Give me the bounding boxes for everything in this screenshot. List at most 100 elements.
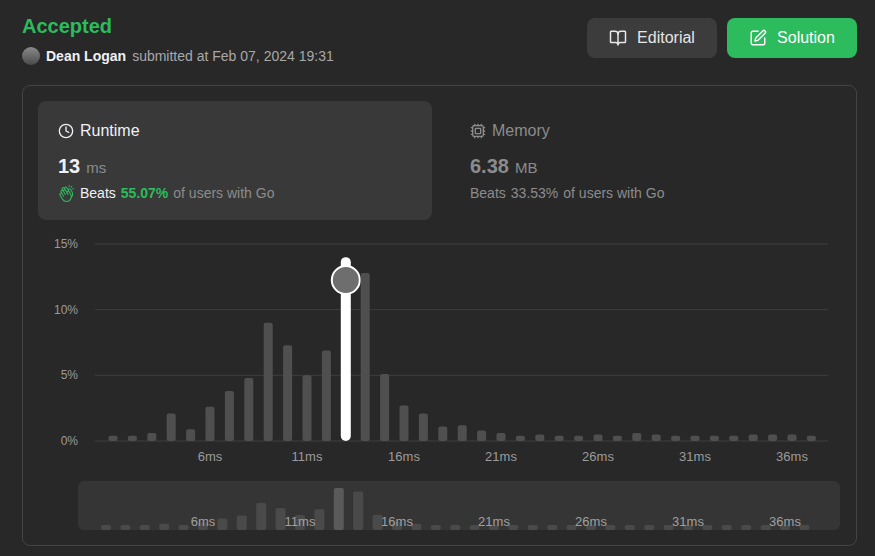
header: Accepted Dean Logansubmitted at Feb 07, 2… bbox=[22, 12, 857, 66]
minimap-bar bbox=[741, 525, 751, 530]
chart-bar[interactable] bbox=[303, 375, 312, 441]
grid-line bbox=[95, 309, 828, 310]
stats-row: Runtime 13ms Beats55.07%of users with Go Me… bbox=[38, 101, 841, 220]
chart-bar[interactable] bbox=[419, 413, 428, 441]
memory-panel[interactable]: Memory 6.38MB Beats33.53%of users with Go bbox=[450, 101, 841, 220]
minimap-tick: 6ms bbox=[191, 514, 216, 529]
result-card: Runtime 13ms Beats55.07%of users with Go Me… bbox=[22, 85, 857, 546]
chart-bar[interactable] bbox=[613, 436, 622, 441]
minimap-tick: 11ms bbox=[285, 514, 316, 529]
runtime-panel[interactable]: Runtime 13ms Beats55.07%of users with Go bbox=[38, 101, 432, 220]
user-name[interactable]: Dean Logan bbox=[46, 46, 126, 66]
chart-bar[interactable] bbox=[671, 436, 680, 441]
chart-bar[interactable] bbox=[244, 378, 253, 441]
y-tick: 5% bbox=[61, 368, 79, 382]
secondary-button[interactable]: Editorial bbox=[587, 18, 717, 58]
minimap-bar bbox=[547, 525, 557, 530]
status-label: Accepted bbox=[22, 12, 334, 40]
minimap-bar bbox=[353, 492, 363, 530]
y-tick: 15% bbox=[54, 237, 78, 251]
minimap-bar bbox=[528, 525, 538, 530]
chart-bar[interactable] bbox=[167, 413, 176, 441]
chart-bar[interactable] bbox=[458, 425, 467, 441]
minimap-bar bbox=[120, 525, 130, 530]
chip-icon bbox=[470, 123, 486, 139]
minimap-track[interactable] bbox=[78, 481, 840, 530]
y-tick: 10% bbox=[54, 303, 78, 317]
minimap-tick: 31ms bbox=[672, 514, 704, 529]
x-tick: 6ms bbox=[198, 449, 223, 464]
chart-bar[interactable] bbox=[206, 407, 215, 441]
minimap-bar bbox=[334, 488, 344, 530]
chart-bar[interactable] bbox=[497, 433, 506, 441]
avatar[interactable] bbox=[22, 47, 40, 65]
chart-bar[interactable] bbox=[109, 436, 118, 441]
stat-value: 13ms bbox=[58, 155, 412, 178]
minimap-bar bbox=[217, 519, 227, 530]
submission-info: Accepted Dean Logansubmitted at Feb 07, 2… bbox=[22, 12, 334, 66]
chart-bar[interactable] bbox=[380, 374, 389, 441]
minimap-bar bbox=[722, 525, 732, 530]
chart-bar[interactable] bbox=[516, 436, 525, 441]
chart-bar[interactable] bbox=[322, 350, 331, 441]
chart-bar[interactable] bbox=[710, 436, 719, 441]
y-tick: 0% bbox=[61, 434, 79, 448]
chart-bar[interactable] bbox=[574, 436, 583, 441]
minimap-tick: 21ms bbox=[478, 514, 510, 529]
minimap-tick: 26ms bbox=[575, 514, 607, 529]
chart-bar[interactable] bbox=[186, 429, 195, 441]
chart-bar[interactable] bbox=[749, 434, 758, 441]
minimap-bar bbox=[625, 525, 635, 530]
chart-bar[interactable] bbox=[594, 434, 603, 441]
chart-bar[interactable] bbox=[807, 436, 816, 441]
chart-bar[interactable] bbox=[225, 391, 234, 441]
user-avatar bbox=[332, 266, 360, 294]
submitter-row: Dean Logansubmitted at Feb 07, 2024 19:3… bbox=[22, 46, 334, 66]
x-tick: 16ms bbox=[388, 449, 420, 464]
chart-bar[interactable] bbox=[555, 436, 564, 441]
minimap-bar bbox=[314, 509, 324, 530]
chart-bar[interactable] bbox=[788, 434, 797, 441]
clock-icon bbox=[58, 123, 74, 139]
minimap-tick: 16ms bbox=[381, 514, 413, 529]
chart-bar[interactable] bbox=[147, 433, 156, 441]
minimap-bar bbox=[179, 525, 189, 530]
chart-minimap[interactable]: 6ms11ms16ms21ms26ms31ms36ms bbox=[78, 481, 840, 530]
x-tick: 21ms bbox=[485, 449, 517, 464]
chart-bar[interactable] bbox=[438, 427, 447, 441]
x-tick: 31ms bbox=[679, 449, 711, 464]
minimap-bar bbox=[644, 525, 654, 530]
chart-bar[interactable] bbox=[729, 436, 738, 441]
book-icon bbox=[609, 29, 627, 47]
edit-icon bbox=[749, 29, 767, 47]
chart-bar[interactable] bbox=[768, 434, 777, 441]
minimap-bar bbox=[159, 524, 169, 530]
chart-bar[interactable] bbox=[361, 273, 370, 441]
minimap-bar bbox=[431, 525, 441, 530]
minimap-bar bbox=[140, 525, 150, 530]
primary-button[interactable]: Solution bbox=[727, 18, 857, 58]
stat-title: Memory bbox=[470, 121, 821, 141]
stat-title: Runtime bbox=[58, 121, 412, 141]
chart-bar[interactable] bbox=[632, 433, 641, 441]
minimap-bar bbox=[256, 503, 266, 530]
selected-bar[interactable] bbox=[332, 257, 360, 441]
minimap-bar bbox=[450, 525, 460, 530]
grid-line bbox=[95, 375, 828, 376]
beats-line: Beats33.53%of users with Go bbox=[470, 184, 821, 202]
action-buttons: EditorialSolution bbox=[587, 18, 857, 58]
chart-bar[interactable] bbox=[264, 323, 273, 441]
beats-line: Beats55.07%of users with Go bbox=[58, 184, 412, 202]
x-tick: 36ms bbox=[776, 449, 808, 464]
chart-bar[interactable] bbox=[128, 436, 137, 441]
chart-bar[interactable] bbox=[652, 434, 661, 441]
chart-bar[interactable] bbox=[691, 436, 700, 441]
grid-line bbox=[95, 244, 828, 245]
chart-bar[interactable] bbox=[477, 430, 486, 441]
chart-bar[interactable] bbox=[283, 345, 292, 441]
runtime-chart: 15%10%5%0%6ms11ms16ms21ms26ms31ms36ms bbox=[38, 232, 842, 468]
chart-bar[interactable] bbox=[400, 406, 409, 441]
chart-bar[interactable] bbox=[535, 434, 544, 441]
x-tick: 26ms bbox=[582, 449, 614, 464]
stat-value: 6.38MB bbox=[470, 155, 821, 178]
